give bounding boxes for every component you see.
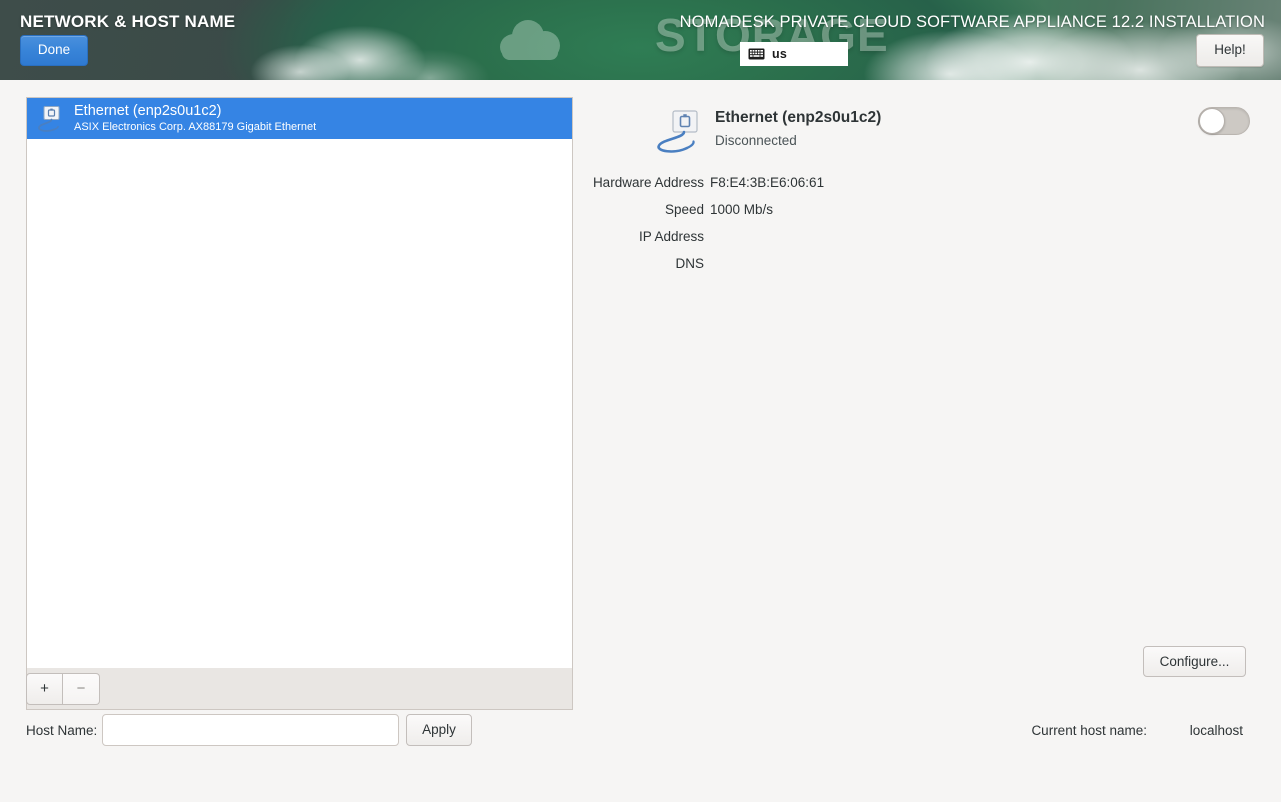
device-detail-pane: Ethernet (enp2s0u1c2) Disconnected Hardw…: [585, 97, 1265, 697]
hostname-label: Host Name:: [26, 723, 98, 738]
hostname-bar: Host Name: Apply Current host name: loca…: [0, 712, 1281, 758]
field-dns: DNS: [585, 256, 1005, 283]
wired-network-icon: [657, 110, 698, 153]
field-value: 1000 Mb/s: [710, 202, 774, 217]
field-label: Speed: [664, 202, 704, 217]
field-hardware-address: Hardware Address F8:E4:3B:E6:06:61: [585, 175, 1005, 202]
done-button[interactable]: Done: [20, 35, 88, 66]
page-title: NETWORK & HOST NAME: [20, 12, 236, 31]
product-title: NOMADESK PRIVATE CLOUD SOFTWARE APPLIANC…: [679, 13, 1265, 31]
configure-button[interactable]: Configure...: [1143, 646, 1246, 677]
list-item[interactable]: Ethernet (enp2s0u1c2) ASIX Electronics C…: [27, 98, 572, 139]
wired-network-icon: [38, 105, 60, 132]
installer-header: STORAGE NETWORK & HOST NAME NOMADESK PRI…: [0, 0, 1281, 80]
apply-hostname-button[interactable]: Apply: [406, 714, 472, 746]
installer-window: STORAGE NETWORK & HOST NAME NOMADESK PRI…: [0, 0, 1281, 802]
remove-device-button[interactable]: −: [63, 672, 100, 705]
hostname-input[interactable]: [102, 714, 399, 746]
device-enable-toggle[interactable]: [1198, 107, 1250, 135]
add-device-button[interactable]: +: [26, 672, 63, 705]
toggle-knob: [1199, 108, 1225, 134]
content-area: Ethernet (enp2s0u1c2) ASIX Electronics C…: [0, 80, 1281, 802]
keyboard-layout-label: us: [772, 47, 787, 61]
field-ip-address: IP Address: [585, 229, 1005, 256]
keyboard-icon: [748, 48, 765, 60]
field-speed: Speed 1000 Mb/s: [585, 202, 1005, 229]
device-detail-header: Ethernet (enp2s0u1c2) Disconnected: [653, 109, 881, 155]
device-detail-status: Disconnected: [715, 132, 797, 148]
cloud-logo-icon: [500, 17, 562, 61]
help-button[interactable]: Help!: [1196, 34, 1264, 67]
current-hostname-value: localhost: [1189, 723, 1243, 738]
keyboard-layout-indicator[interactable]: us: [740, 42, 848, 66]
device-list-toolbar: + −: [26, 668, 573, 710]
network-device-list[interactable]: Ethernet (enp2s0u1c2) ASIX Electronics C…: [26, 97, 573, 669]
field-label: DNS: [675, 256, 704, 271]
current-hostname-label: Current host name:: [1031, 723, 1147, 738]
field-label: Hardware Address: [592, 175, 704, 190]
device-detail-title: Ethernet (enp2s0u1c2): [715, 109, 882, 126]
device-name: Ethernet (enp2s0u1c2): [74, 103, 222, 120]
field-value: F8:E4:3B:E6:06:61: [710, 175, 825, 190]
field-label: IP Address: [638, 229, 704, 244]
device-description: ASIX Electronics Corp. AX88179 Gigabit E…: [74, 121, 317, 134]
device-detail-fields: Hardware Address F8:E4:3B:E6:06:61 Speed…: [585, 175, 1005, 283]
